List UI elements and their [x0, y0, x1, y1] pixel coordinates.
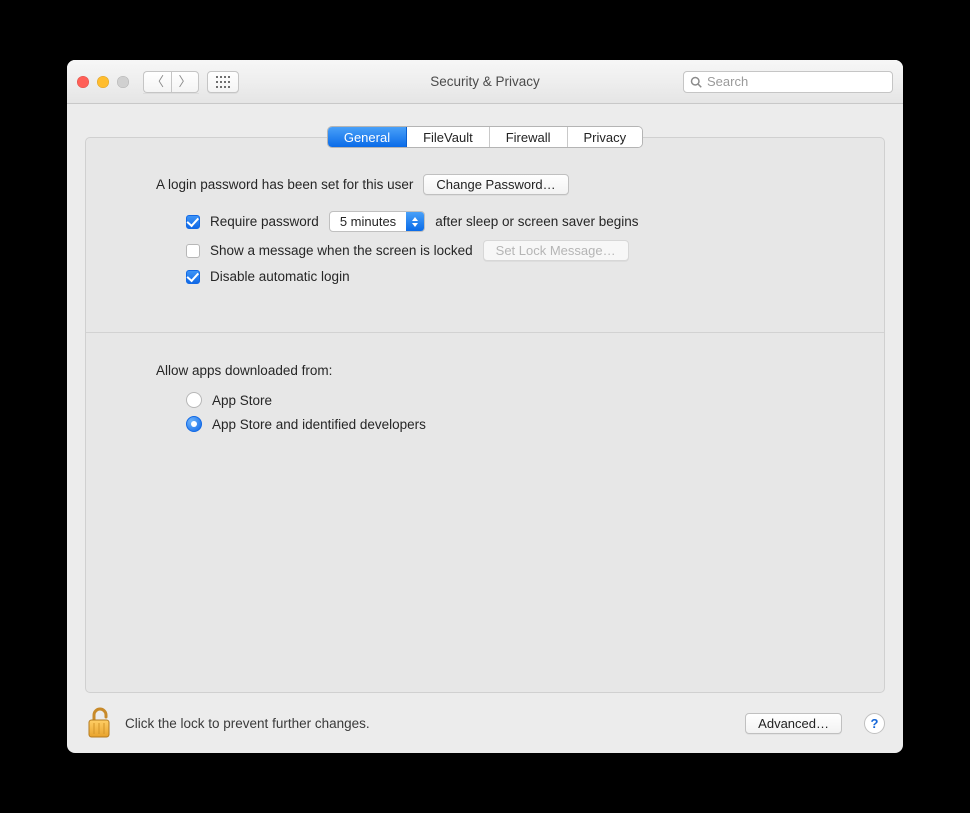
preferences-window: 〈 〉 Security & Privacy: [67, 60, 903, 753]
gatekeeper-identified-radio[interactable]: [186, 416, 202, 432]
require-password-delay-value: 5 minutes: [330, 212, 406, 231]
gatekeeper-section-label: Allow apps downloaded from:: [156, 363, 850, 378]
tab-bar: General FileVault Firewall Privacy: [327, 126, 643, 148]
tab-privacy[interactable]: Privacy: [568, 127, 643, 147]
gatekeeper-app-store-radio[interactable]: [186, 392, 202, 408]
disable-auto-login-label: Disable automatic login: [210, 269, 350, 284]
search-icon: [690, 76, 702, 88]
require-password-delay-select[interactable]: 5 minutes: [329, 211, 425, 232]
change-password-button[interactable]: Change Password…: [423, 174, 568, 195]
divider: [86, 332, 884, 333]
gatekeeper-app-store-label: App Store: [212, 393, 272, 408]
require-password-label: Require password: [210, 214, 319, 229]
nav-buttons: 〈 〉: [143, 71, 199, 93]
gatekeeper-identified-label: App Store and identified developers: [212, 417, 426, 432]
tab-firewall[interactable]: Firewall: [490, 127, 568, 147]
footer: Click the lock to prevent further change…: [67, 693, 903, 753]
tab-filevault[interactable]: FileVault: [407, 127, 490, 147]
set-lock-message-button: Set Lock Message…: [483, 240, 629, 261]
chevron-right-icon: 〉: [178, 75, 191, 88]
disable-auto-login-checkbox[interactable]: [186, 270, 200, 284]
tab-general[interactable]: General: [328, 127, 407, 147]
general-panel: A login password has been set for this u…: [85, 137, 885, 693]
help-button[interactable]: ?: [864, 713, 885, 734]
show-lock-message-checkbox[interactable]: [186, 244, 200, 258]
close-window-button[interactable]: [77, 76, 89, 88]
forward-button: 〉: [171, 71, 199, 93]
titlebar: 〈 〉 Security & Privacy: [67, 60, 903, 104]
window-controls: [77, 76, 129, 88]
zoom-window-button: [117, 76, 129, 88]
search-field[interactable]: [683, 71, 893, 93]
stepper-arrows-icon: [406, 212, 424, 231]
chevron-left-icon: 〈: [151, 75, 164, 88]
show-lock-message-label: Show a message when the screen is locked: [210, 243, 473, 258]
require-password-checkbox[interactable]: [186, 215, 200, 229]
lock-hint-text: Click the lock to prevent further change…: [125, 716, 370, 731]
unlocked-padlock-icon[interactable]: [85, 706, 113, 740]
search-input[interactable]: [707, 74, 886, 89]
show-all-button[interactable]: [207, 71, 239, 93]
after-sleep-label: after sleep or screen saver begins: [435, 214, 638, 229]
advanced-button[interactable]: Advanced…: [745, 713, 842, 734]
minimize-window-button[interactable]: [97, 76, 109, 88]
login-password-set-label: A login password has been set for this u…: [156, 177, 413, 192]
grid-icon: [216, 76, 230, 88]
back-button[interactable]: 〈: [143, 71, 171, 93]
